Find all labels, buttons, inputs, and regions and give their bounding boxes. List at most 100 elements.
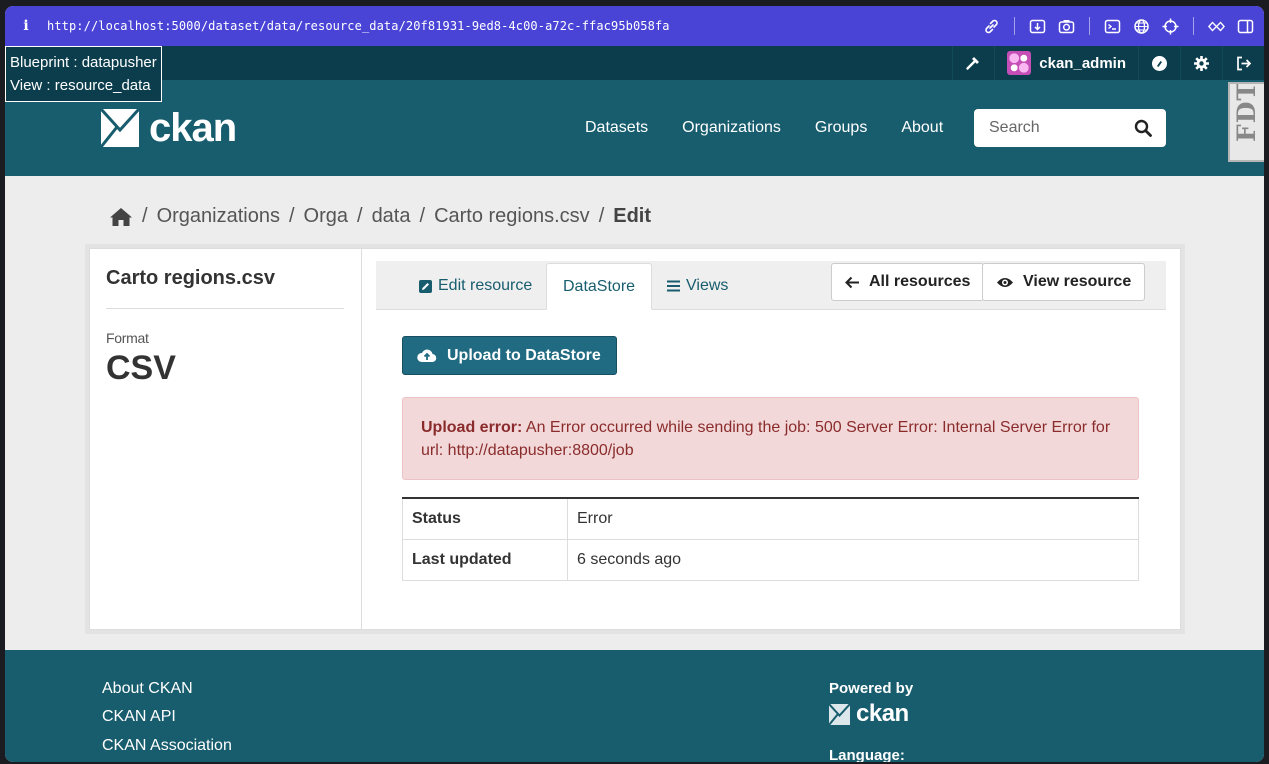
toolbar-divider <box>1193 17 1194 35</box>
last-updated-value: 6 seconds ago <box>567 538 1139 581</box>
ckan-logo-icon <box>101 109 139 147</box>
last-updated-key: Last updated <box>402 538 568 581</box>
breadcrumb-current: Edit <box>613 205 652 227</box>
breadcrumb-separator: / <box>598 205 605 227</box>
tab-label: Views <box>686 277 729 294</box>
debug-view: View : resource_data <box>10 77 151 94</box>
site-info-icon[interactable]: i <box>5 18 47 34</box>
footer-ckan-association[interactable]: CKAN Association <box>102 737 232 755</box>
all-resources-button[interactable]: All resources <box>831 263 985 301</box>
browser-toolbar <box>983 6 1254 46</box>
alert-message: An Error occurred while sending the job:… <box>421 419 1111 459</box>
tab-label: DataStore <box>563 277 636 295</box>
debug-route-info: Blueprint : datapusher View : resource_d… <box>5 46 162 102</box>
home-icon[interactable] <box>109 207 133 227</box>
debug-toolbar-handle[interactable]: FDT <box>1228 82 1264 162</box>
status-key: Status <box>402 497 568 540</box>
toolbar-divider <box>1014 17 1015 35</box>
tab-edit-resource[interactable]: Edit resource <box>419 263 532 309</box>
alert-title: Upload error: <box>421 419 523 436</box>
nav-groups[interactable]: Groups <box>815 119 867 137</box>
masthead: ckan Datasets Organizations Groups About <box>5 80 1264 176</box>
all-resources-label: All resources <box>869 273 971 290</box>
link-icon[interactable] <box>983 18 1000 35</box>
nav-organizations[interactable]: Organizations <box>682 119 781 137</box>
breadcrumb-organizations[interactable]: Organizations <box>157 205 280 228</box>
footer-about-ckan[interactable]: About CKAN <box>102 680 193 698</box>
user-settings-link[interactable] <box>1180 46 1222 80</box>
globe-icon[interactable] <box>1133 18 1150 35</box>
dashboard-link[interactable] <box>1138 46 1180 80</box>
tab-datastore[interactable]: DataStore <box>546 263 653 310</box>
tab-views[interactable]: Views <box>667 263 728 309</box>
debug-blueprint: Blueprint : datapusher <box>10 54 157 71</box>
account-menu: ckan_admin <box>952 46 1264 80</box>
site-footer: About CKAN CKAN API CKAN Association Pow… <box>5 650 1264 762</box>
resource-title: Carto regions.csv <box>106 267 275 289</box>
cloud-upload-icon <box>417 349 437 363</box>
sidebar-divider <box>106 308 344 309</box>
footer-ckan-api[interactable]: CKAN API <box>102 708 176 726</box>
main-nav: Datasets Organizations Groups About <box>585 80 943 176</box>
ckan-logo-icon <box>829 703 850 725</box>
eye-icon <box>997 277 1013 287</box>
format-label: Format <box>106 330 149 346</box>
brand-text: ckan <box>149 106 237 150</box>
breadcrumb-separator: / <box>288 205 295 227</box>
resource-tabs: Edit resource DataStore Views All resour… <box>376 261 1166 310</box>
user-profile-link[interactable]: ckan_admin <box>994 46 1138 80</box>
arrow-left-icon <box>845 276 859 288</box>
toolbar-divider <box>1089 17 1090 35</box>
search-icon[interactable] <box>1134 119 1152 142</box>
browser-address-bar: i http://localhost:5000/dataset/data/res… <box>5 6 1264 46</box>
breadcrumb: / Organizations / Orga / data / Carto re… <box>109 205 651 228</box>
table-row: Status Error <box>402 497 1139 540</box>
nav-datasets[interactable]: Datasets <box>585 119 648 137</box>
upload-error-alert: Upload error: An Error occurred while se… <box>402 397 1139 480</box>
list-icon <box>667 280 680 292</box>
footer-brand-text: ckan <box>856 700 909 727</box>
url-text[interactable]: http://localhost:5000/dataset/data/resou… <box>47 19 670 33</box>
username: ckan_admin <box>1039 54 1126 72</box>
ckan-logo[interactable]: ckan <box>101 106 237 150</box>
footer-ckan-logo[interactable]: ckan <box>829 700 909 728</box>
browser-window: i http://localhost:5000/dataset/data/res… <box>5 6 1264 762</box>
gear-icon <box>1194 55 1209 71</box>
logout-link[interactable] <box>1222 46 1264 80</box>
breadcrumb-separator: / <box>142 205 148 227</box>
dashboard-icon <box>1152 55 1167 71</box>
datastore-status-table: Status Error Last updated 6 seconds ago <box>402 497 1139 581</box>
sysadmin-settings-link[interactable] <box>952 46 994 80</box>
debug-toolbar-label: FDT <box>1232 82 1261 142</box>
breadcrumb-separator: / <box>357 205 363 227</box>
account-bar: ckan_admin <box>5 46 1264 80</box>
breadcrumb-orga[interactable]: Orga <box>304 205 348 228</box>
resource-edit-card: Carto regions.csv Format CSV Edit resour… <box>89 248 1181 630</box>
sidebar-toggle-icon[interactable] <box>1237 18 1254 35</box>
search-input[interactable] <box>987 118 1131 138</box>
extensions-icon[interactable] <box>1208 18 1225 35</box>
gavel-icon <box>966 56 980 70</box>
download-icon[interactable] <box>1029 18 1046 35</box>
logout-icon <box>1237 56 1252 70</box>
view-resource-label: View resource <box>1023 273 1132 290</box>
breadcrumb-separator: / <box>419 205 426 227</box>
resource-sidebar: Carto regions.csv Format CSV <box>90 249 362 629</box>
site-search <box>974 109 1166 147</box>
tab-label: Edit resource <box>438 277 533 294</box>
upload-label: Upload to DataStore <box>447 346 601 364</box>
crosshair-icon[interactable] <box>1162 18 1179 35</box>
language-label: Language: <box>829 747 905 762</box>
table-row: Last updated 6 seconds ago <box>402 538 1139 581</box>
view-resource-button[interactable]: View resource <box>982 263 1146 301</box>
camera-icon[interactable] <box>1058 18 1075 35</box>
avatar <box>1007 51 1032 75</box>
terminal-icon[interactable] <box>1104 18 1121 35</box>
breadcrumb-resource[interactable]: Carto regions.csv <box>434 205 590 228</box>
status-value: Error <box>567 497 1139 540</box>
edit-icon <box>419 279 432 293</box>
breadcrumb-dataset[interactable]: data <box>372 205 411 228</box>
nav-about[interactable]: About <box>901 119 943 137</box>
upload-to-datastore-button[interactable]: Upload to DataStore <box>402 336 617 375</box>
format-value: CSV <box>106 349 176 387</box>
